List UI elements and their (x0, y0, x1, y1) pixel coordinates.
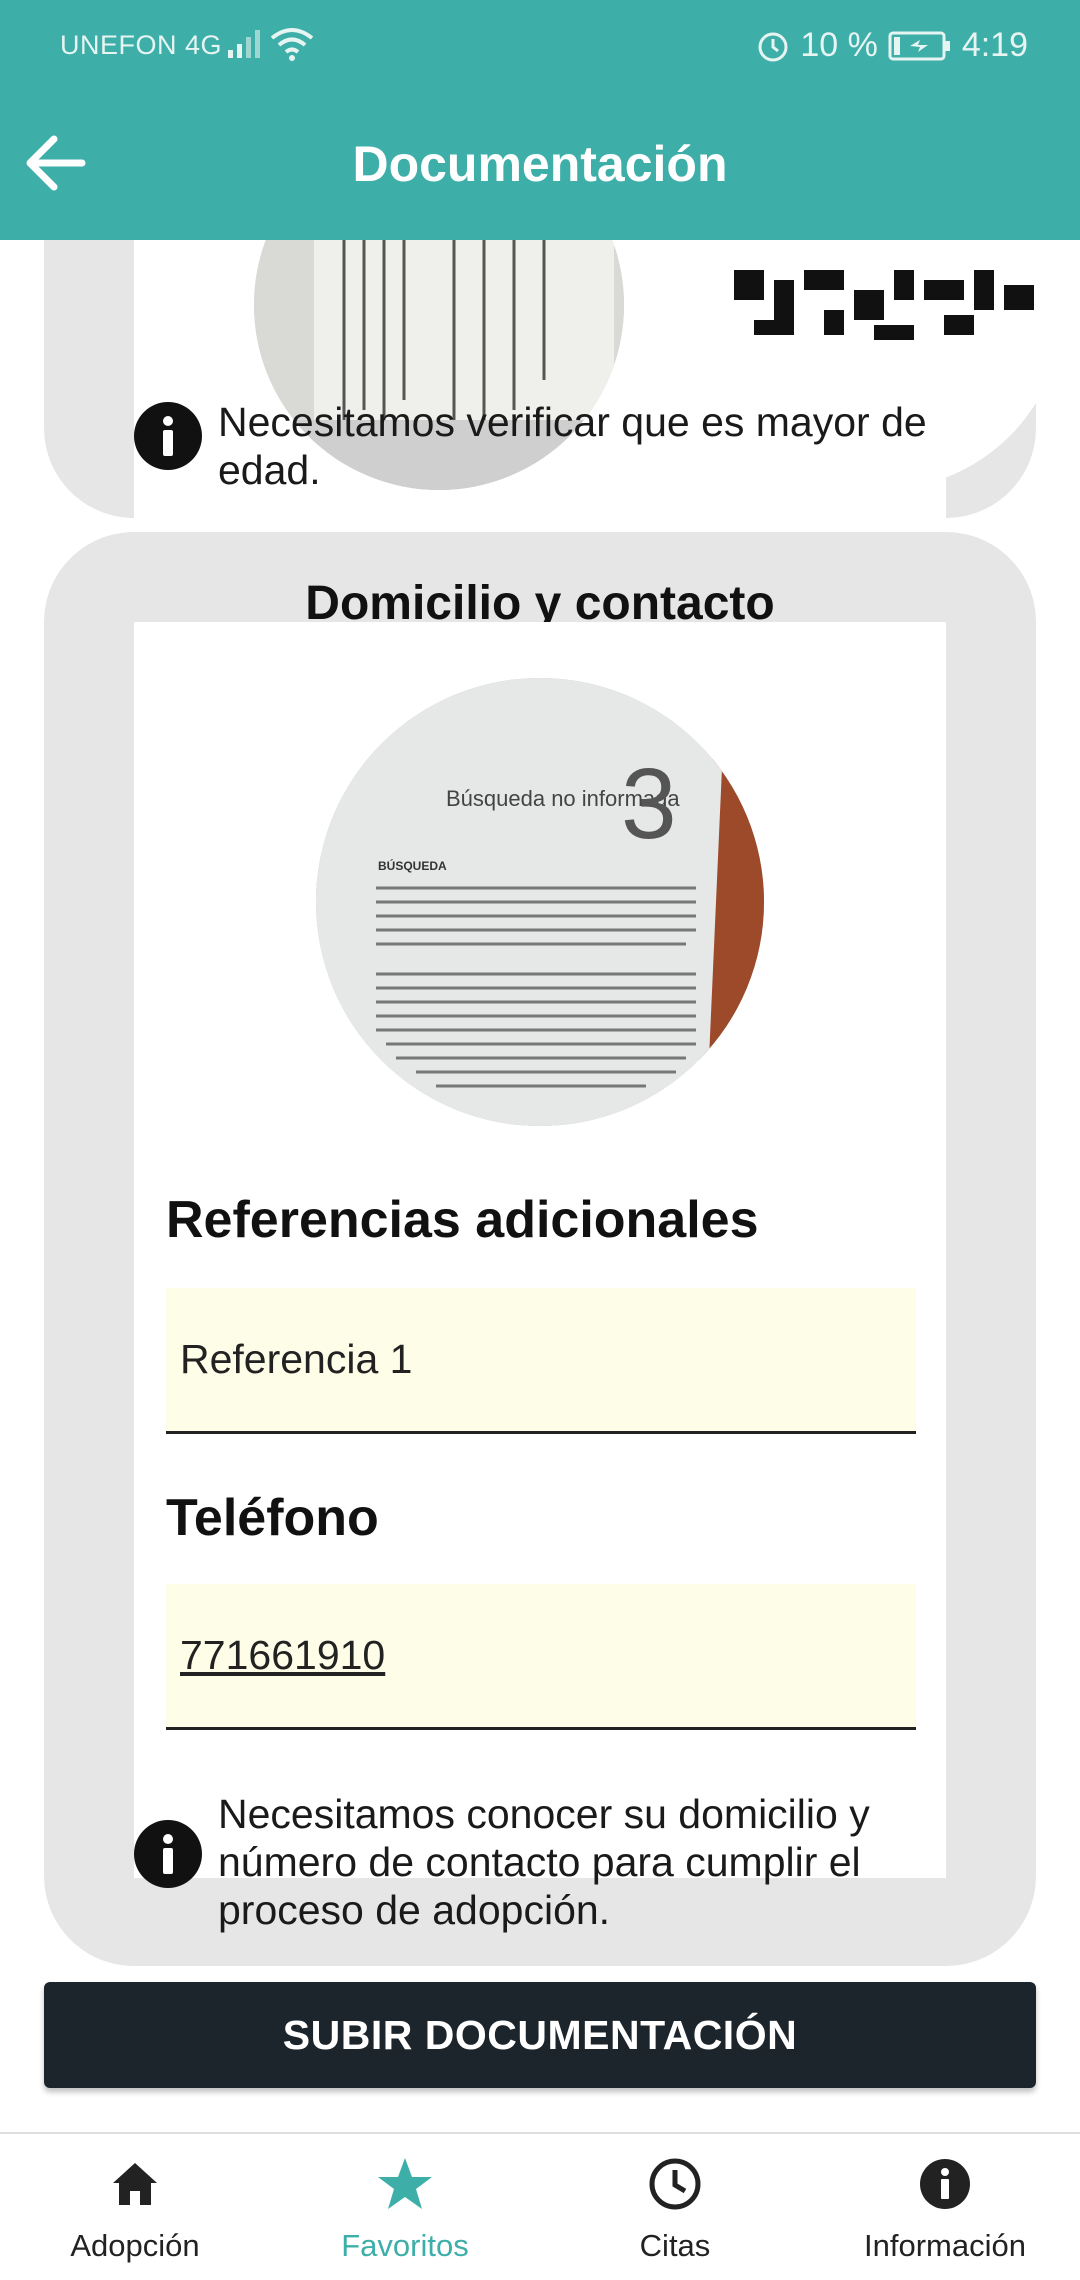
alarm-icon (756, 29, 790, 63)
status-time: 4:19 (961, 26, 1028, 64)
page-title: Documentación (352, 136, 728, 192)
status-bar: UNEFON 4G 10 % 4:19 (0, 0, 1080, 90)
app-bar: UNEFON 4G 10 % 4:19 Documentación (0, 0, 1080, 240)
nav-label-favoritos: Favoritos (341, 2228, 469, 2263)
references-label: Referencias adicionales (166, 1191, 759, 1249)
nav-label-adopcion: Adopción (70, 2228, 200, 2263)
bottom-navigation: Adopción Favoritos Citas Información (0, 2132, 1080, 2280)
battery-percent: 10 % (800, 26, 878, 64)
age-info-row: Necesitamos verificar que es mayor de ed… (134, 398, 994, 494)
clock-icon (645, 2154, 705, 2214)
age-info-text: Necesitamos verificar que es mayor de ed… (218, 399, 927, 493)
signal-icon (226, 28, 264, 67)
nav-label-informacion: Información (864, 2228, 1026, 2263)
carrier-label: UNEFON 4G (60, 30, 223, 60)
address-contact-card: Domicilio y contacto Búsqueda no informa… (44, 532, 1036, 1966)
upload-documentation-button[interactable]: SUBIR DOCUMENTACIÓN (44, 1982, 1036, 2088)
nav-item-adopcion[interactable]: Adopción (0, 2134, 270, 2280)
phone-input[interactable]: 771661910 (166, 1584, 916, 1730)
nav-item-citas[interactable]: Citas (540, 2134, 810, 2280)
nav-item-informacion[interactable]: Información (810, 2134, 1080, 2280)
nav-label-citas: Citas (639, 2228, 711, 2263)
battery-icon (888, 30, 952, 62)
wifi-icon (270, 26, 314, 69)
home-icon (105, 2154, 165, 2214)
references-value: Referencia 1 (180, 1336, 413, 1382)
scroll-content[interactable]: Necesitamos verificar que es mayor de ed… (0, 0, 1080, 2130)
references-input[interactable]: Referencia 1 (166, 1288, 916, 1434)
phone-value: 771661910 (180, 1632, 386, 1678)
status-right: 10 % 4:19 (756, 26, 1028, 65)
address-info-text: Necesitamos conocer su domicilio y númer… (218, 1791, 870, 1933)
svg-text:3: 3 (621, 748, 677, 860)
info-icon (134, 402, 202, 470)
nav-item-favoritos[interactable]: Favoritos (270, 2134, 540, 2280)
phone-label: Teléfono (166, 1489, 379, 1547)
star-icon (375, 2154, 435, 2214)
address-form-panel: Búsqueda no informada 3 BÚSQUEDA Referen… (134, 622, 946, 1878)
address-info-row: Necesitamos conocer su domicilio y númer… (134, 1790, 994, 1934)
proof-of-address-photo[interactable]: Búsqueda no informada 3 BÚSQUEDA (316, 678, 764, 1126)
info-icon (134, 1820, 202, 1888)
info-icon (915, 2154, 975, 2214)
svg-text:BÚSQUEDA: BÚSQUEDA (378, 858, 447, 873)
